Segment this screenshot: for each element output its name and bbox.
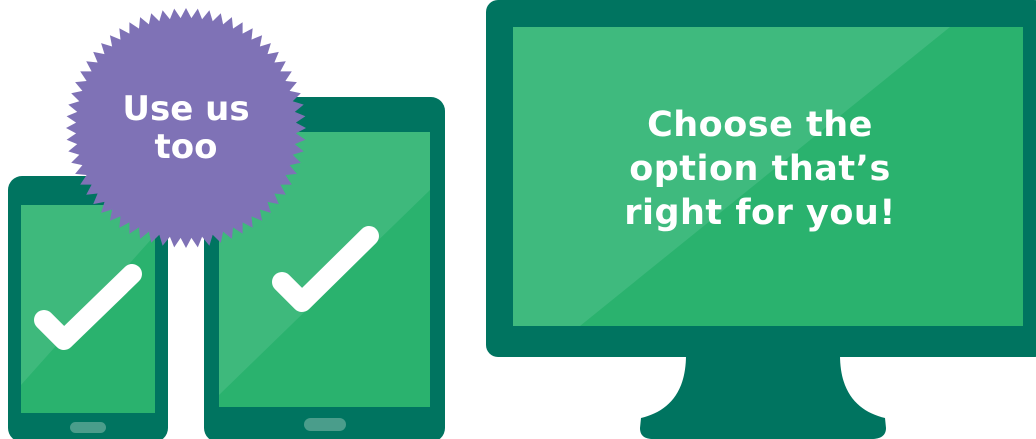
monitor-headline: Choose the option that’s right for you! (560, 103, 960, 235)
badge-line-2: too (154, 127, 218, 167)
badge-text: Use us too (96, 90, 276, 166)
badge-line-1: Use us (122, 89, 250, 129)
monitor-stand (640, 355, 886, 439)
headline-line-2: option that’s (629, 149, 891, 189)
headline-line-3: right for you! (624, 193, 896, 233)
headline-line-1: Choose the (647, 105, 873, 145)
